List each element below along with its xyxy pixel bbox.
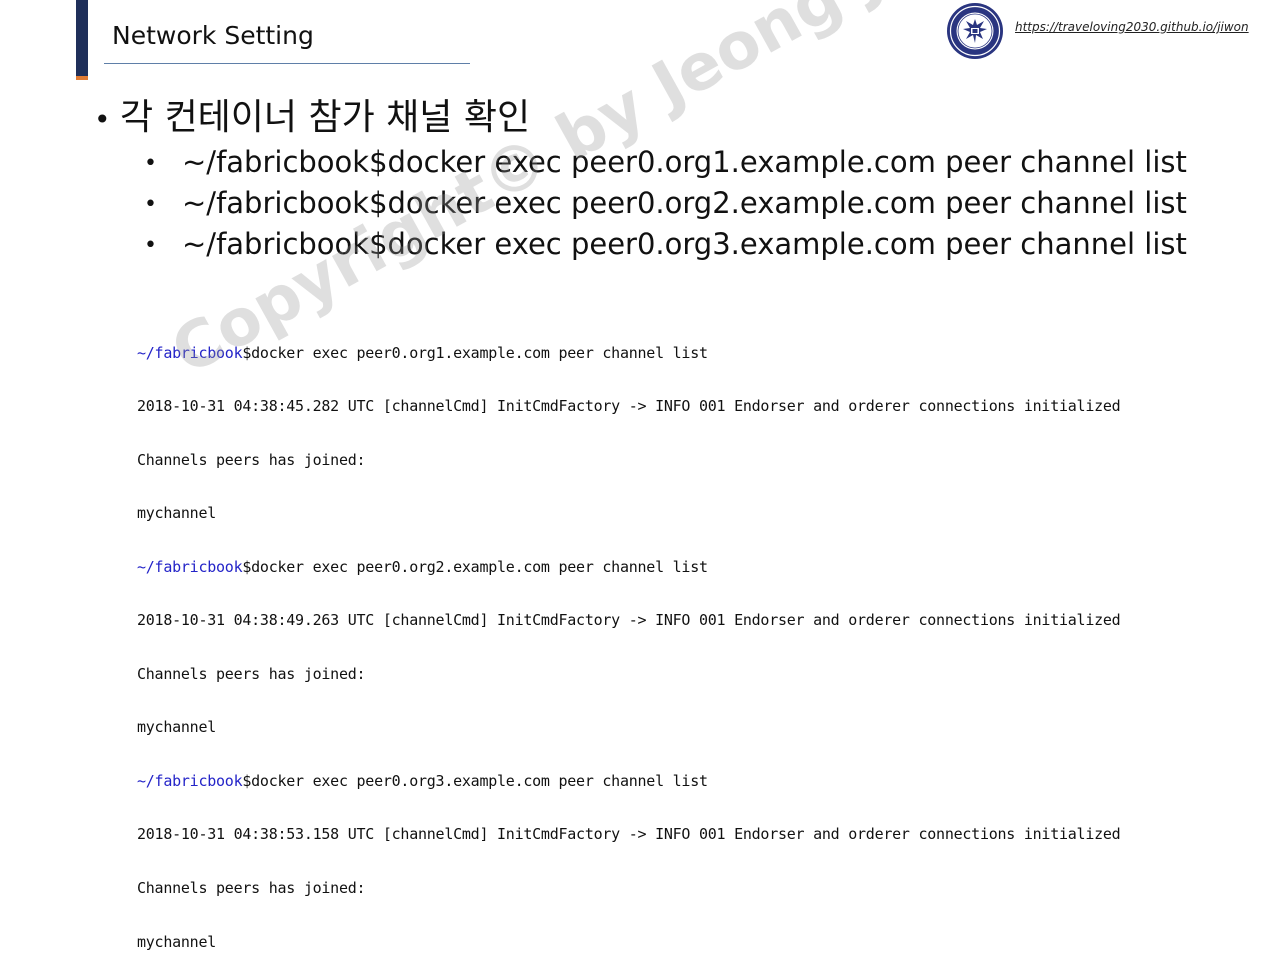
terminal-line-text: 2018-10-31 04:38:53.158 UTC [channelCmd]… bbox=[137, 825, 1121, 844]
terminal-line: Channels peers has joined: bbox=[137, 664, 1120, 684]
prompt-path: ~/fabricbook bbox=[137, 557, 243, 576]
terminal-line: mychannel bbox=[137, 718, 1120, 737]
title-accent-bar bbox=[76, 0, 88, 80]
terminal-line: ~/fabricbook$docker exec peer0.org1.exam… bbox=[137, 343, 1120, 363]
command-text: ~/fabricbook$docker exec peer0.org2.exam… bbox=[182, 186, 1187, 220]
terminal-line-text: $docker exec peer0.org2.example.com peer… bbox=[242, 557, 708, 576]
terminal-line-text: 2018-10-31 04:38:45.282 UTC [channelCmd]… bbox=[137, 397, 1121, 416]
terminal-line-text: mychannel bbox=[137, 504, 217, 523]
list-item: • ~/fabricbook$docker exec peer0.org1.exa… bbox=[144, 142, 1187, 183]
terminal-line-text: mychannel bbox=[137, 932, 217, 951]
prompt-path: ~/fabricbook bbox=[137, 343, 243, 362]
terminal-line: 2018-10-31 04:38:45.282 UTC [channelCmd]… bbox=[137, 397, 1121, 416]
command-text: ~/fabricbook$docker exec peer0.org3.exam… bbox=[182, 227, 1187, 261]
command-list: • ~/fabricbook$docker exec peer0.org1.exa… bbox=[144, 142, 1187, 265]
prompt-path: ~/fabricbook bbox=[137, 771, 243, 790]
title-underline bbox=[104, 63, 470, 64]
list-item: • ~/fabricbook$docker exec peer0.org2.exa… bbox=[144, 183, 1187, 224]
terminal-line: mychannel bbox=[137, 932, 1120, 952]
terminal-line-text: Channels peers has joined: bbox=[137, 879, 366, 897]
command-text: ~/fabricbook$docker exec peer0.org1.exam… bbox=[182, 145, 1187, 179]
terminal-line-text: Channels peers has joined: bbox=[137, 450, 366, 469]
list-item: • ~/fabricbook$docker exec peer0.org3.exa… bbox=[144, 224, 1187, 265]
terminal-line: Channels peers has joined: bbox=[137, 879, 1120, 898]
bullet-dot: • bbox=[144, 192, 157, 217]
terminal-line-text: $docker exec peer0.org1.example.com peer… bbox=[242, 343, 708, 362]
terminal-line: 2018-10-31 04:38:53.158 UTC [channelCmd]… bbox=[137, 825, 1121, 844]
terminal-line-text: Channels peers has joined: bbox=[137, 664, 366, 683]
terminal-line: ~/fabricbook$docker exec peer0.org3.exam… bbox=[137, 771, 1120, 791]
terminal-line: Channels peers has joined: bbox=[137, 450, 1120, 470]
site-url-link[interactable]: https://traveloving2030.github.io/jiwon bbox=[1015, 19, 1249, 35]
terminal-output: ~/fabricbook$docker exec peer0.org1.exam… bbox=[137, 309, 1121, 969]
university-seal-icon bbox=[947, 3, 1003, 59]
slide-title: Network Setting bbox=[112, 21, 314, 50]
main-bullet-text: 각 컨테이너 참가 채널 확인 bbox=[120, 97, 531, 138]
terminal-line: ~/fabricbook$docker exec peer0.org2.exam… bbox=[137, 557, 1120, 577]
bullet-dot: • bbox=[144, 151, 157, 176]
bullet-dot: • bbox=[144, 233, 157, 258]
terminal-line-text: $docker exec peer0.org3.example.com peer… bbox=[242, 771, 708, 790]
terminal-line: mychannel bbox=[137, 504, 1120, 523]
main-bullet: • 각 컨테이너 참가 채널 확인 bbox=[94, 94, 530, 144]
terminal-line: 2018-10-31 04:38:49.263 UTC [channelCmd]… bbox=[137, 611, 1121, 630]
terminal-line-text: mychannel bbox=[137, 718, 217, 737]
terminal-line-text: 2018-10-31 04:38:49.263 UTC [channelCmd]… bbox=[137, 611, 1121, 630]
bullet-dot: • bbox=[94, 103, 111, 136]
